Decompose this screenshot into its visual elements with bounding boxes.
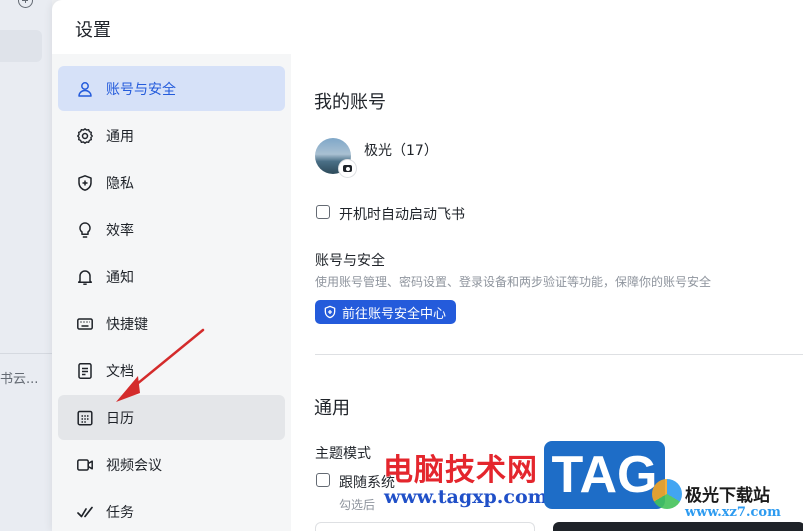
nav-item-label: 通知 [106, 270, 134, 286]
shield-icon [78, 175, 92, 191]
calendar-icon [77, 410, 93, 426]
username: 极光（17） [364, 143, 438, 159]
nav-item-privacy[interactable]: 隐私 [58, 160, 285, 205]
keyboard-icon [77, 318, 93, 330]
shield-icon [324, 305, 336, 319]
app-sidebar-selected-item[interactable] [0, 30, 42, 62]
security-subtitle: 账号与安全 [315, 253, 385, 269]
nav-item-label: 隐私 [106, 176, 134, 192]
nav-item-label: 效率 [106, 223, 134, 239]
theme-option-dark[interactable] [553, 522, 803, 531]
nav-item-label: 任务 [106, 505, 134, 521]
lightbulb-icon [79, 222, 91, 238]
nav-item-calendar[interactable]: 日历 [58, 395, 285, 440]
general-section-title: 通用 [314, 398, 350, 419]
nav-item-documents[interactable]: 文档 [58, 348, 285, 393]
follow-system-description: 勾选后 [339, 498, 376, 512]
camera-icon[interactable] [339, 160, 356, 177]
security-center-button-label: 前往账号安全中心 [342, 306, 447, 322]
app-sidebar-divider [0, 353, 52, 354]
dialog-title: 设置 [75, 20, 111, 41]
watermark-title: 电脑技术网 [383, 453, 538, 488]
nav-item-video-meeting[interactable]: 视频会议 [58, 442, 285, 487]
nav-item-label: 账号与安全 [106, 82, 176, 98]
theme-mode-title: 主题模式 [315, 446, 371, 462]
nav-item-label: 文档 [106, 364, 134, 380]
user-icon [78, 82, 92, 97]
nav-item-general[interactable]: 通用 [58, 113, 285, 158]
nav-item-notifications[interactable]: 通知 [58, 254, 285, 299]
nav-item-account-security[interactable]: 账号与安全 [58, 66, 285, 111]
watermark-url: www.tagxp.com [384, 486, 548, 508]
autostart-label[interactable]: 开机时自动启动飞书 [339, 204, 465, 224]
nav-item-label: 通用 [106, 129, 134, 145]
gear-icon [77, 128, 93, 144]
watermark-site-logo-icon [652, 479, 682, 509]
security-description: 使用账号管理、密码设置、登录设备和两步验证等功能，保障你的账号安全 [315, 275, 712, 289]
nav-item-efficiency[interactable]: 效率 [58, 207, 285, 252]
autostart-checkbox[interactable] [316, 205, 330, 219]
security-center-button[interactable]: 前往账号安全中心 [315, 300, 457, 324]
nav-item-label: 日历 [106, 411, 134, 427]
bell-icon [77, 270, 93, 285]
watermark-site-url: www.xz7.com [685, 505, 781, 520]
theme-option-light[interactable] [315, 522, 535, 531]
app-sidebar-item-text[interactable]: 书云... [0, 368, 52, 387]
nav-item-label: 视频会议 [106, 458, 162, 474]
app-sidebar-background: 书云... [0, 0, 52, 531]
video-icon [77, 459, 93, 471]
nav-item-label: 快捷键 [106, 317, 148, 333]
account-section-title: 我的账号 [314, 92, 386, 113]
document-icon [78, 363, 92, 379]
nav-item-shortcuts[interactable]: 快捷键 [58, 301, 285, 346]
follow-system-checkbox[interactable] [316, 473, 330, 487]
watermark-tag-logo: TAG [544, 441, 665, 509]
task-check-icon [77, 506, 93, 518]
watermark-site-name: 极光下载站 [685, 486, 770, 506]
section-divider [315, 354, 803, 355]
nav-item-tasks[interactable]: 任务 [58, 489, 285, 531]
add-icon[interactable] [18, 0, 33, 8]
settings-nav: 账号与安全 通用 隐私 效率 通知 快捷键 文档 日历 视频会议 任务 [52, 54, 291, 531]
